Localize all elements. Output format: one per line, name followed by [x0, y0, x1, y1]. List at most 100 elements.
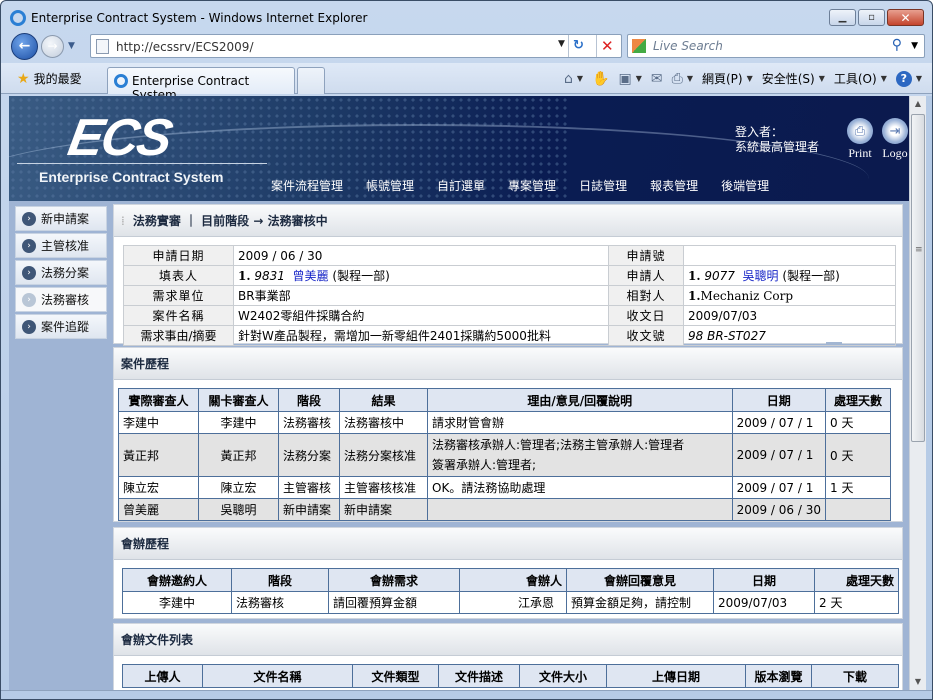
- maximize-icon: ▫: [868, 12, 875, 23]
- print-label: Print: [848, 146, 872, 160]
- tools-menu[interactable]: 工具(O): [834, 70, 877, 87]
- menu-item-backend[interactable]: 後端管理: [721, 177, 769, 194]
- command-bar: ⌂ ▼ ✋ ▣ ▼ ✉ ⎙ ▼ 網頁(P) ▼ 安全性(S) ▼ 工具(O) ▼ ? ▼: [564, 70, 922, 87]
- search-icon[interactable]: ⚲: [892, 37, 902, 53]
- logout-button[interactable]: ⇥ Logo: [882, 118, 908, 161]
- login-label: 登入者：: [735, 125, 784, 139]
- gate-reviewer: 黃正邦: [198, 433, 279, 477]
- person-link[interactable]: 吳聰明: [743, 269, 779, 283]
- index-number: 1.: [238, 269, 251, 283]
- back-button[interactable]: ←: [11, 33, 38, 60]
- scroll-down-icon[interactable]: ▼: [910, 674, 926, 690]
- stage: 主管審核: [278, 476, 340, 499]
- processing-days: 0 天: [825, 411, 891, 434]
- gate-reviewer: 李建中: [198, 411, 279, 434]
- help-icon[interactable]: ?: [895, 70, 912, 87]
- person-link[interactable]: 曾美麗: [293, 269, 329, 283]
- hand-icon[interactable]: ✋: [592, 71, 609, 87]
- minimize-button[interactable]: ▁: [829, 9, 856, 26]
- ie-logo-icon: [114, 74, 128, 88]
- favorites-button[interactable]: ★ 我的最愛: [17, 70, 82, 87]
- actual-reviewer: 陳立宏: [118, 476, 199, 499]
- history-dropdown-icon[interactable]: ▼: [68, 41, 75, 51]
- department: (製程一部): [782, 269, 840, 283]
- scroll-up-icon[interactable]: ▲: [910, 96, 926, 112]
- reason-line: 簽署承辦人:管理者;: [432, 458, 537, 472]
- column-header: 下載: [811, 664, 899, 688]
- page-viewport: ECS Enterprise Contract System 案件流程管理 帳號…: [9, 96, 909, 690]
- stop-button[interactable]: ✕: [601, 37, 614, 55]
- request-summary: 針對W產品製程，需增加一新零組件2401採購約5000批料: [233, 325, 609, 346]
- column-header: 關卡審查人: [198, 388, 279, 412]
- date: 2009 / 07 / 1: [731, 411, 827, 434]
- login-user: 系統最高管理者: [735, 140, 820, 154]
- sidebar-item-legal-review[interactable]: › 法務審核: [15, 287, 107, 312]
- address-dropdown-icon[interactable]: ▼: [558, 39, 565, 49]
- browser-tab[interactable]: Enterprise Contract System: [107, 67, 295, 102]
- new-tab-button[interactable]: [297, 67, 325, 94]
- table-row: 案件名稱 W2402零組件採購合約 收文日 2009/07/03: [123, 305, 896, 326]
- sidebar-item-manager-approval[interactable]: › 主管核准: [15, 233, 107, 258]
- counterparty: 1.Mechaniz Corp: [683, 285, 896, 306]
- menu-item-case-flow[interactable]: 案件流程管理: [271, 177, 343, 194]
- menu-item-projects[interactable]: 專案管理: [508, 177, 556, 194]
- menu-item-accounts[interactable]: 帳號管理: [366, 177, 414, 194]
- panel-header: ⁞ 法務實審 ｜ 目前階段 → 法務審核中: [114, 205, 902, 237]
- table-row: 李建中 法務審核 請回覆預算金額 江承恩 預算金額足夠，請控制 2009/07/…: [122, 591, 899, 614]
- safety-menu[interactable]: 安全性(S): [762, 70, 815, 87]
- address-bar[interactable]: http://ecssrv/ECS2009/ ▼ ↻ ✕: [90, 34, 622, 58]
- search-dropdown-icon[interactable]: ▼: [911, 41, 918, 51]
- arrow-right-icon: ›: [22, 292, 36, 307]
- search-box[interactable]: Live Search ⚲ ▼: [627, 34, 925, 58]
- vertical-scrollbar[interactable]: ▲ ≡ ▼: [909, 96, 926, 690]
- window-frame: [926, 96, 932, 699]
- field-label: 填表人: [123, 265, 234, 286]
- grip-icon: ≡: [915, 245, 923, 255]
- table-row: 黃正邦 黃正邦 法務分案 法務分案核准 法務審核承辦人:管理者;法務主管承辦人:…: [118, 433, 891, 477]
- print-button[interactable]: ⎙ Print: [847, 118, 873, 161]
- divider: [17, 163, 267, 164]
- print-dropdown-icon[interactable]: ▼: [687, 74, 693, 83]
- main-menu: 案件流程管理 帳號管理 自訂選單 專案管理 日誌管理 報表管理 後端管理: [271, 177, 769, 194]
- application-number: [683, 245, 896, 266]
- close-button[interactable]: ✕: [887, 9, 924, 26]
- menu-item-custom-menu[interactable]: 自訂選單: [437, 177, 485, 194]
- sidebar-item-new-application[interactable]: › 新申請案: [15, 206, 107, 231]
- sidebar-item-legal-assignment[interactable]: › 法務分案: [15, 260, 107, 285]
- employee-id: 9077: [704, 269, 735, 283]
- rss-feed-icon[interactable]: ▣: [618, 71, 631, 87]
- result: 法務分案核准: [339, 433, 428, 477]
- home-dropdown-icon[interactable]: ▼: [577, 74, 583, 83]
- panel-title: 會辦歷程: [121, 537, 170, 551]
- actual-reviewer: 曾美麗: [118, 498, 199, 521]
- maximize-button[interactable]: ▫: [858, 9, 885, 26]
- forward-button[interactable]: →: [41, 35, 64, 58]
- refresh-button[interactable]: ↻: [573, 38, 584, 53]
- processing-days: 0 天: [825, 433, 891, 477]
- date: 2009 / 07 / 1: [731, 433, 827, 477]
- collapse-handle[interactable]: [826, 342, 842, 345]
- column-header: 日期: [713, 568, 815, 592]
- column-header: 階段: [278, 388, 340, 412]
- search-input[interactable]: Live Search: [653, 39, 723, 53]
- title-bar: Enterprise Contract System - Windows Int…: [1, 1, 932, 33]
- sidebar-item-case-tracking[interactable]: › 案件追蹤: [15, 314, 107, 339]
- feed-dropdown-icon[interactable]: ▼: [636, 74, 642, 83]
- mail-icon[interactable]: ✉: [651, 71, 663, 87]
- menu-item-reports[interactable]: 報表管理: [650, 177, 698, 194]
- scrollbar-thumb[interactable]: ≡: [911, 114, 925, 442]
- sidebar-item-label: 主管核准: [41, 239, 90, 253]
- page-menu[interactable]: 網頁(P): [702, 70, 743, 87]
- processing-days: 1 天: [825, 476, 891, 499]
- home-icon[interactable]: ⌂: [564, 71, 573, 87]
- print-icon[interactable]: ⎙: [672, 71, 683, 87]
- reply: 預算金額足夠，請控制: [566, 591, 714, 614]
- actual-reviewer: 黃正邦: [118, 433, 199, 477]
- close-icon: ✕: [900, 11, 911, 25]
- index-number: 1.: [688, 269, 701, 283]
- column-header: 會辦人: [459, 568, 567, 592]
- printer-icon: ⎙: [847, 118, 873, 144]
- url-input[interactable]: http://ecssrv/ECS2009/: [116, 40, 253, 54]
- column-header: 理由/意見/回覆說明: [427, 388, 733, 412]
- menu-item-logs[interactable]: 日誌管理: [579, 177, 627, 194]
